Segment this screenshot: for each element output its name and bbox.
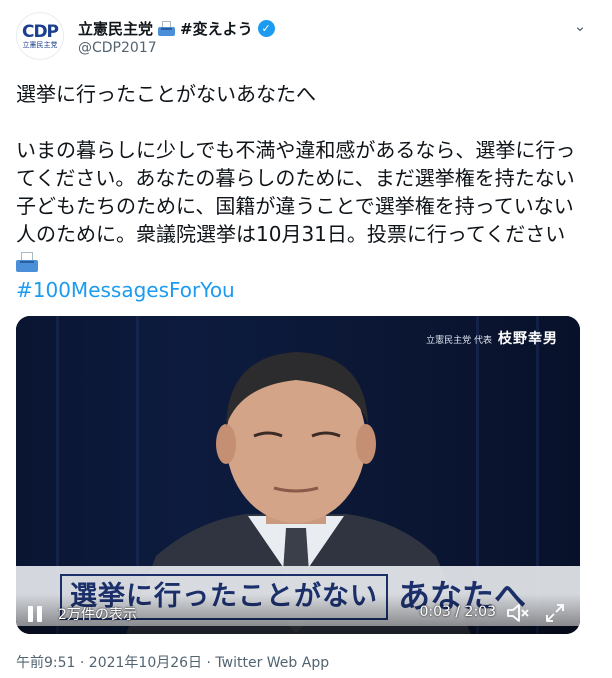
tweet-paragraph-text: いまの暮らしに少しでも不満や違和感があるなら、選挙に行ってください。あなたの暮ら… [16,138,576,246]
avatar[interactable]: CDP 立憲民主党 [16,12,64,60]
tweet-paragraph: いまの暮らしに少しでも不満や違和感があるなら、選挙に行ってください。あなたの暮ら… [16,136,586,276]
speaker-org: 立憲民主党 代表 [426,336,492,346]
view-count: 2万件の表示 [58,607,137,623]
display-name[interactable]: 立憲民主党 #変えよう ✓ [78,18,275,38]
more-icon[interactable]: ⌄ [568,14,592,38]
video-player[interactable]: 立憲民主党 代表 枝野幸男 選挙に行ったことがない あなたへ 2万件の表示 0:… [16,316,580,634]
mute-icon[interactable] [506,602,530,624]
logo-mark: CDP [21,21,59,42]
pause-icon[interactable] [28,604,48,624]
account-handle[interactable]: @CDP2017 [78,40,275,56]
hashtag-link[interactable]: #100MessagesForYou [16,276,586,304]
ballot-box-icon [158,20,176,36]
speaker-caption: 立憲民主党 代表 枝野幸男 [426,328,558,348]
speaker-name: 枝野幸男 [498,331,558,347]
fullscreen-icon[interactable] [544,602,566,624]
video-controls: 2万件の表示 0:03 / 2:03 [16,594,580,634]
tweet-text: 選挙に行ったことがないあなたへ いまの暮らしに少しでも不満や違和感があるなら、選… [16,80,586,304]
ballot-box-icon [16,252,38,272]
account-names: 立憲民主党 #変えよう ✓ @CDP2017 [78,18,275,56]
logo-text: 立憲民主党 [22,40,58,49]
tweet-header: CDP 立憲民主党 立憲民主党 #変えよう ✓ @CDP2017 ⌄ [16,12,596,62]
campaign-tag: #変えよう [180,19,253,38]
tweet-timestamp[interactable]: 午前9:51 · 2021年10月26日 · Twitter Web App [16,652,329,672]
tweet-line-1: 選挙に行ったことがないあなたへ [16,82,316,106]
display-name-text: 立憲民主党 [78,19,154,38]
video-time: 0:03 / 2:03 [419,604,497,620]
verified-icon: ✓ [257,19,275,37]
